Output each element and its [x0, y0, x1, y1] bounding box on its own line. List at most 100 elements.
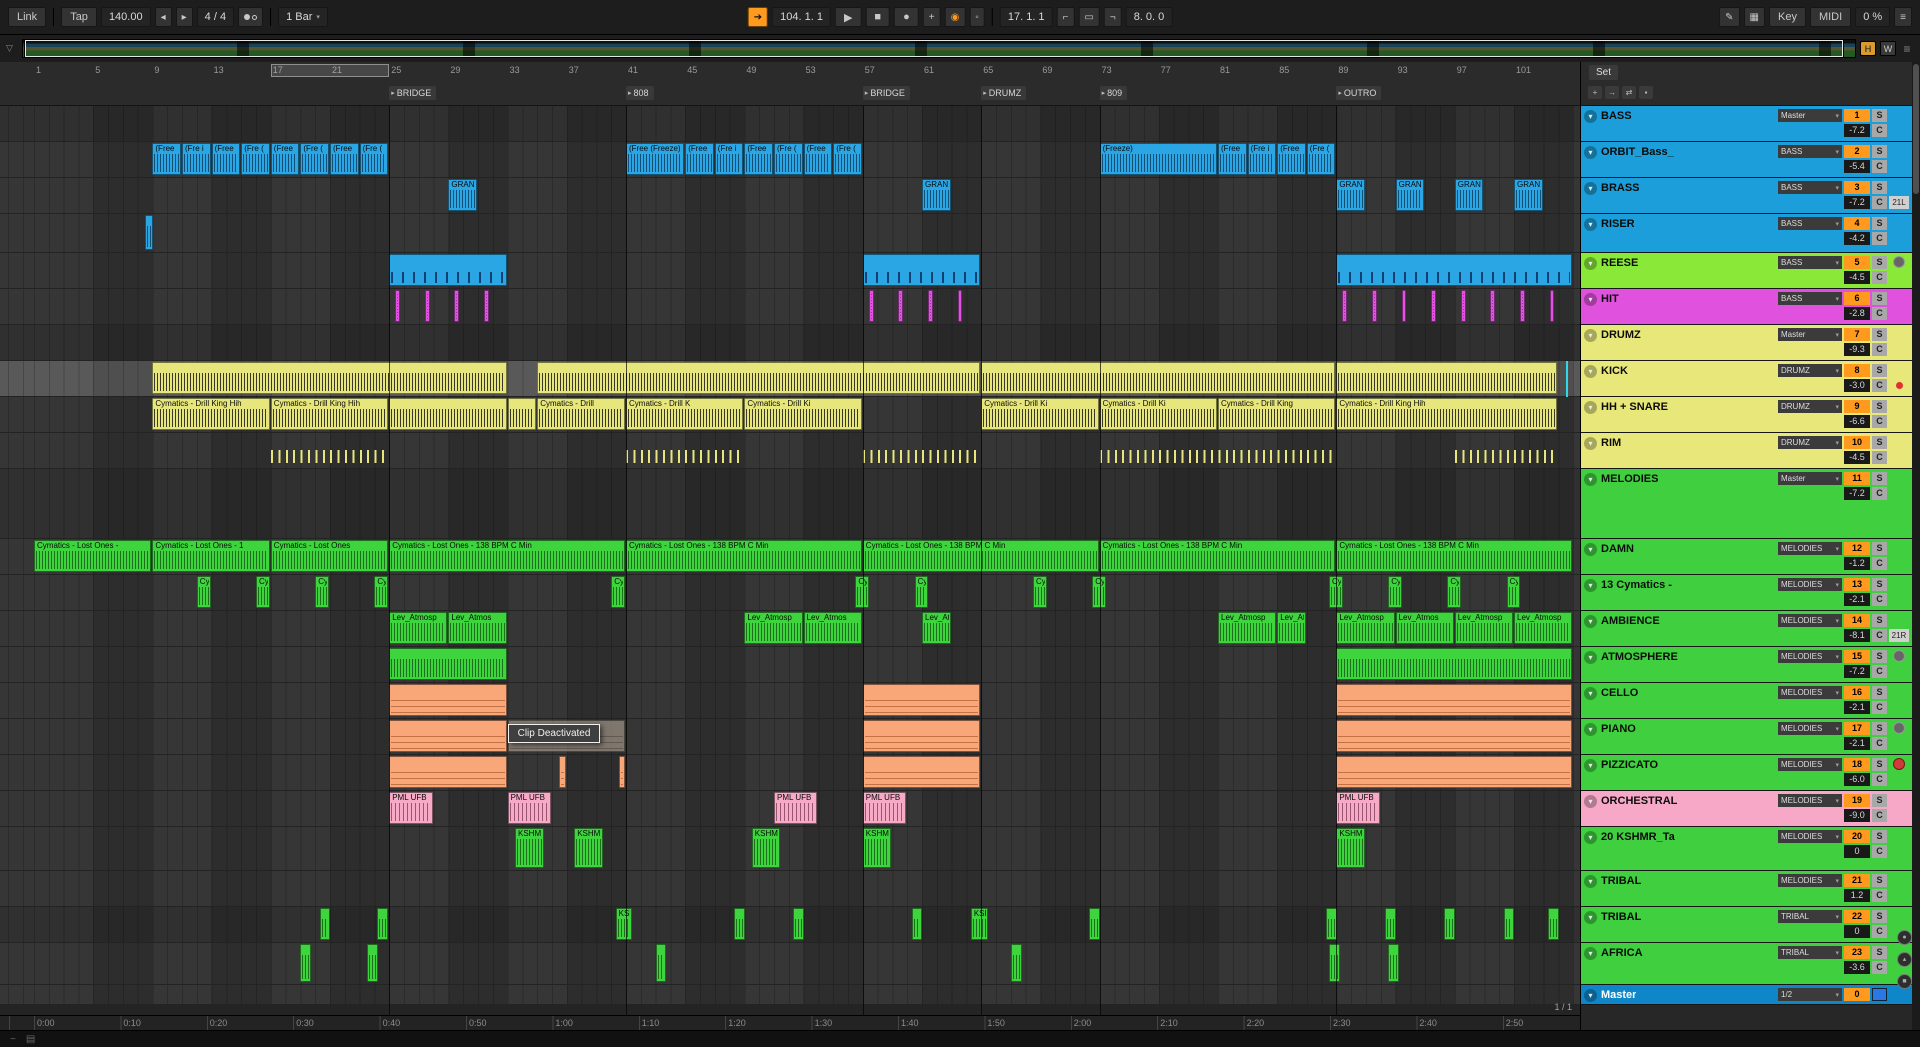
track-lane-18[interactable]: PML UFB PML UFB PML UFB PML UFB PML UFB — [0, 791, 1580, 827]
clip[interactable]: PML UFB — [507, 792, 551, 824]
track-lane-17[interactable] — [0, 755, 1580, 791]
volume-value[interactable]: -2.1 — [1844, 737, 1870, 750]
track-fold-icon[interactable]: ▾ — [1584, 989, 1597, 1002]
output-routing-selector[interactable]: MELODIES ▾ — [1778, 578, 1842, 591]
track-header-6[interactable]: ▾ DRUMZ Master ▾ 7 S -9.3 C — [1581, 325, 1912, 361]
track-header-13[interactable]: ▾ AMBIENCE MELODIES ▾ 14 S -8.1 C 21R — [1581, 611, 1912, 647]
track-header-17[interactable]: ▾ PIZZICATO MELODIES ▾ 18 S -6.0 C — [1581, 755, 1912, 791]
solo-button[interactable]: S — [1872, 472, 1887, 485]
clip[interactable]: Cymatics - Drill Ki — [981, 398, 1099, 430]
clip[interactable] — [270, 434, 389, 466]
clip[interactable] — [483, 290, 489, 322]
track-lane-7[interactable] — [0, 361, 1580, 397]
clip[interactable]: Cy — [315, 576, 329, 608]
clip[interactable]: (Fre ( — [241, 143, 270, 175]
crossfade-button[interactable]: C — [1872, 307, 1887, 320]
output-routing-selector[interactable]: BASS ▾ — [1778, 256, 1842, 269]
link-button[interactable]: Link — [8, 7, 47, 27]
hotswap-w-button[interactable]: W — [1880, 41, 1896, 56]
crossfade-button[interactable]: C — [1872, 160, 1887, 173]
output-routing-selector[interactable]: DRUMZ ▾ — [1778, 364, 1842, 377]
track-fold-icon[interactable]: ▾ — [1584, 615, 1597, 628]
track-fold-icon[interactable]: ▾ — [1584, 218, 1597, 231]
locator-808[interactable]: ▸ 808 — [626, 86, 654, 100]
track-fold-icon[interactable]: ▾ — [1584, 795, 1597, 808]
solo-button[interactable]: S — [1872, 686, 1887, 699]
output-routing-selector[interactable]: TRIBAL ▾ — [1778, 946, 1842, 959]
track-lane-10[interactable] — [0, 469, 1580, 539]
volume-value[interactable]: -7.2 — [1844, 124, 1870, 137]
clip[interactable]: KSHM — [751, 828, 781, 868]
automation-arm-button[interactable]: ◉ — [944, 7, 966, 27]
freeze-icon[interactable] — [1893, 722, 1905, 734]
volume-value[interactable]: -7.2 — [1844, 487, 1870, 500]
track-number[interactable]: 11 — [1844, 472, 1870, 485]
clip[interactable]: Cymatics - Drill Ki — [744, 398, 862, 430]
status-wave-icon[interactable]: ~ — [10, 1034, 16, 1045]
volume-value[interactable]: -9.0 — [1844, 809, 1870, 822]
clip[interactable]: Lev_Atmos — [448, 612, 507, 644]
clip[interactable]: (Free — [685, 143, 714, 175]
track-number[interactable]: 8 — [1844, 364, 1870, 377]
clip[interactable] — [389, 254, 507, 286]
track-lane-8[interactable]: Cymatics - Drill King Hih Cymatics - Dril… — [0, 397, 1580, 433]
clip[interactable]: Cymatics - Drill King — [1218, 398, 1336, 430]
volume-value[interactable]: -4.2 — [1844, 232, 1870, 245]
solo-button[interactable]: S — [1872, 614, 1887, 627]
clip[interactable]: KSHM — [574, 828, 603, 868]
overview-collapse-icon[interactable]: ▽ — [6, 43, 18, 54]
clip[interactable]: Cymatics - Lost Ones - 138 BPM C Min — [1336, 540, 1573, 572]
track-number[interactable]: 2 — [1844, 145, 1870, 158]
track-fold-icon[interactable]: ▾ — [1584, 579, 1597, 592]
clip[interactable]: Lev_Atmosp — [1514, 612, 1573, 644]
track-header-7[interactable]: ▾ KICK DRUMZ ▾ 8 S -3.0 C — [1581, 361, 1912, 397]
output-routing-selector[interactable]: BASS ▾ — [1778, 217, 1842, 230]
clip[interactable]: PML UFB — [1336, 792, 1380, 824]
clip[interactable] — [1336, 756, 1573, 788]
overview-menu-icon[interactable]: ≡ — [1900, 42, 1914, 56]
volume-value[interactable]: -1.2 — [1844, 557, 1870, 570]
clip[interactable]: Cy — [1033, 576, 1047, 608]
track-number[interactable]: 18 — [1844, 758, 1870, 771]
clip[interactable] — [145, 215, 153, 250]
clip[interactable] — [454, 290, 460, 322]
track-fold-icon[interactable]: ▾ — [1584, 947, 1597, 960]
clip[interactable]: PML UFB — [774, 792, 818, 824]
crossfade-button[interactable]: C — [1872, 665, 1887, 678]
set-title[interactable]: Set — [1589, 65, 1619, 80]
volume-value[interactable]: -4.5 — [1844, 451, 1870, 464]
clip[interactable] — [1454, 434, 1558, 466]
clip[interactable]: Lev_Atmosp — [744, 612, 803, 644]
clip[interactable]: KSHM — [970, 908, 988, 940]
beat-time-ruler[interactable]: 1 5 9 13 17 21 25 29 33 37 41 45 49 53 57 61 65 69 73 77 81 8… — [0, 62, 1580, 106]
clip[interactable] — [981, 362, 1336, 394]
clip[interactable]: (Free — [1277, 143, 1306, 175]
clip[interactable]: Cy — [1447, 576, 1462, 608]
track-number[interactable]: 13 — [1844, 578, 1870, 591]
locator-bridge[interactable]: ▸ BRIDGE — [389, 86, 437, 100]
output-routing-selector[interactable]: BASS ▾ — [1778, 181, 1842, 194]
track-header-21[interactable]: ▾ TRIBAL TRIBAL ▾ 22 S 0 C — [1581, 907, 1912, 943]
clip[interactable]: Cy — [1329, 576, 1343, 608]
overview-viewport[interactable] — [25, 40, 1843, 57]
track-number[interactable]: 5 — [1844, 256, 1870, 269]
track-number[interactable]: 19 — [1844, 794, 1870, 807]
clip[interactable] — [367, 944, 378, 982]
stop-button[interactable]: ■ — [865, 7, 891, 27]
clip[interactable] — [862, 434, 981, 466]
output-routing-selector[interactable]: MELODIES ▾ — [1778, 874, 1842, 887]
solo-button[interactable]: S — [1872, 328, 1887, 341]
clip[interactable]: KSHM — [615, 908, 633, 940]
solo-button[interactable]: S — [1872, 910, 1887, 923]
track-lane-9[interactable] — [0, 433, 1580, 469]
tap-tempo-button[interactable]: Tap — [61, 7, 97, 27]
clip[interactable] — [1549, 290, 1555, 322]
solo-button[interactable]: S — [1872, 722, 1887, 735]
track-header-20[interactable]: ▾ TRIBAL MELODIES ▾ 21 S 1.2 C — [1581, 871, 1912, 907]
clip[interactable]: (Free — [152, 143, 181, 175]
track-lane-21[interactable]: KSHM KSHM — [0, 907, 1580, 943]
clip[interactable] — [1444, 908, 1456, 940]
group-fold-icon[interactable]: ▾ — [1584, 911, 1597, 924]
clip[interactable]: KSHM — [862, 828, 892, 868]
clip[interactable] — [1548, 908, 1559, 940]
